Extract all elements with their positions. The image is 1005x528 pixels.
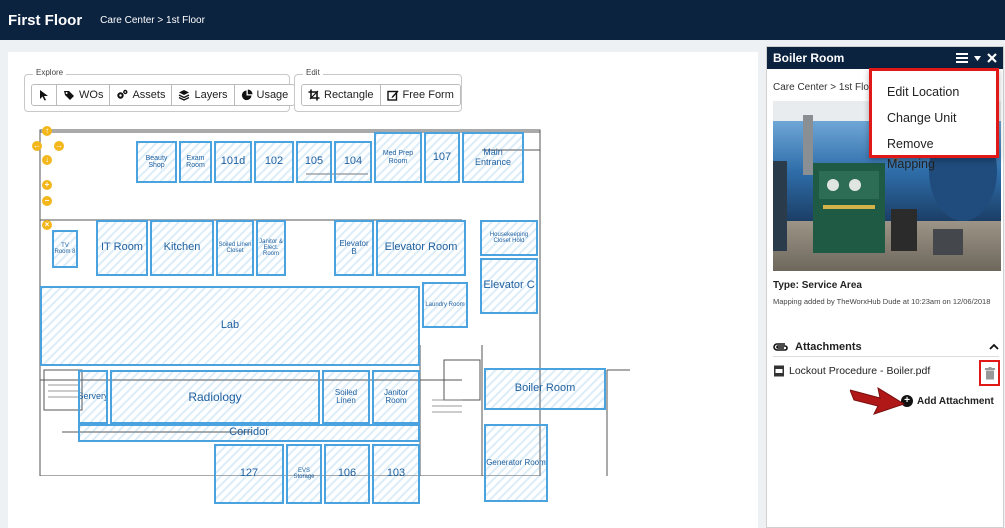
room-radiology[interactable]: Radiology xyxy=(110,370,320,424)
paperclip-icon xyxy=(773,342,788,351)
room-elevator-c[interactable]: Elevator C xyxy=(480,258,538,314)
room-elevator-b[interactable]: Elevator B xyxy=(334,220,374,276)
location-type: Type: Service Area xyxy=(773,280,862,291)
room-corridor[interactable]: Corridor xyxy=(78,424,420,442)
move-right-icon[interactable]: → xyxy=(54,141,64,151)
add-attachment-button[interactable]: + Add Attachment xyxy=(901,395,994,407)
reset-view-icon[interactable]: × xyxy=(42,220,52,230)
zoom-in-icon[interactable]: + xyxy=(42,180,52,190)
room-lab[interactable]: Lab xyxy=(40,286,420,366)
attachments-label: Attachments xyxy=(795,340,862,353)
room-med-prep[interactable]: Med Prep Room xyxy=(374,132,422,183)
room-beauty-shop[interactable]: Beauty Shop xyxy=(136,141,177,183)
add-attachment-label: Add Attachment xyxy=(917,395,994,407)
room-boiler-room[interactable]: Boiler Room xyxy=(484,368,606,410)
panel-breadcrumb[interactable]: Care Center > 1st Floor xyxy=(773,82,878,93)
room-106[interactable]: 106 xyxy=(324,444,370,504)
mapping-meta: Mapping added by TheWorxHub Dude at 10:2… xyxy=(773,297,991,306)
delete-attachment-button[interactable] xyxy=(979,360,1000,386)
room-servery[interactable]: Servery xyxy=(78,370,108,424)
annotation-arrow-icon xyxy=(850,386,906,415)
pdf-icon xyxy=(774,365,784,377)
room-janitor-room[interactable]: Janitor Room xyxy=(372,370,420,424)
room-main-entrance[interactable]: Main Entrance xyxy=(462,132,524,183)
trash-icon xyxy=(984,366,995,379)
room-it-room[interactable]: IT Room xyxy=(96,220,148,276)
room-107[interactable]: 107 xyxy=(424,132,460,183)
change-unit-menu-item[interactable]: Change Unit xyxy=(872,105,996,131)
room-laundry[interactable]: Laundry Room xyxy=(422,282,468,328)
floor-plan[interactable]: Beauty Shop Exam Room 101d 102 105 104 M… xyxy=(22,70,632,504)
room-housekeeping[interactable]: Housekeeping Closet Hold xyxy=(480,220,538,256)
room-janitor-elect[interactable]: Janitor & Elect. Room xyxy=(256,220,286,276)
move-left-icon[interactable]: ← xyxy=(32,141,42,151)
move-up-icon[interactable]: ↑ xyxy=(42,126,52,136)
panel-title: Boiler Room xyxy=(773,51,845,65)
room-105[interactable]: 105 xyxy=(296,141,332,183)
room-evs-storage[interactable]: EVS Storage xyxy=(286,444,322,504)
room-tv-room[interactable]: TV Room 8 xyxy=(52,230,78,268)
room-soiled-linen-closet[interactable]: Soiled Linen Closet xyxy=(216,220,254,276)
location-options-menu: Edit Location Change Unit Remove Mapping xyxy=(869,68,999,171)
panel-header: Boiler Room xyxy=(767,47,1003,69)
room-127[interactable]: 127 xyxy=(214,444,284,504)
room-kitchen[interactable]: Kitchen xyxy=(150,220,214,276)
room-102[interactable]: 102 xyxy=(254,141,294,183)
menu-icon[interactable] xyxy=(956,53,968,63)
breadcrumb[interactable]: Care Center > 1st Floor xyxy=(100,15,205,26)
chevron-up-icon[interactable] xyxy=(989,343,999,350)
page-title: First Floor xyxy=(8,11,83,29)
room-101d[interactable]: 101d xyxy=(214,141,252,183)
attachments-header[interactable]: Attachments xyxy=(773,337,999,357)
room-exam-room[interactable]: Exam Room xyxy=(179,141,212,183)
chevron-down-icon[interactable] xyxy=(974,55,981,61)
move-down-icon[interactable]: ↓ xyxy=(42,155,52,165)
room-generator-room[interactable]: Generator Room xyxy=(484,424,548,502)
room-soiled-linen[interactable]: Soiled Linen xyxy=(322,370,370,424)
top-header: First Floor Care Center > 1st Floor xyxy=(0,0,1005,40)
map-controls: ↑ ← → ↓ + − × xyxy=(30,122,64,232)
room-104[interactable]: 104 xyxy=(334,141,372,183)
room-elevator-room[interactable]: Elevator Room xyxy=(376,220,466,276)
attachment-item[interactable]: Lockout Procedure - Boiler.pdf xyxy=(773,365,930,377)
attachment-filename[interactable]: Lockout Procedure - Boiler.pdf xyxy=(789,365,930,377)
edit-location-menu-item[interactable]: Edit Location xyxy=(872,79,996,105)
remove-mapping-menu-item[interactable]: Remove Mapping xyxy=(872,131,996,171)
close-icon[interactable] xyxy=(987,53,997,63)
zoom-out-icon[interactable]: − xyxy=(42,196,52,206)
room-103[interactable]: 103 xyxy=(372,444,420,504)
